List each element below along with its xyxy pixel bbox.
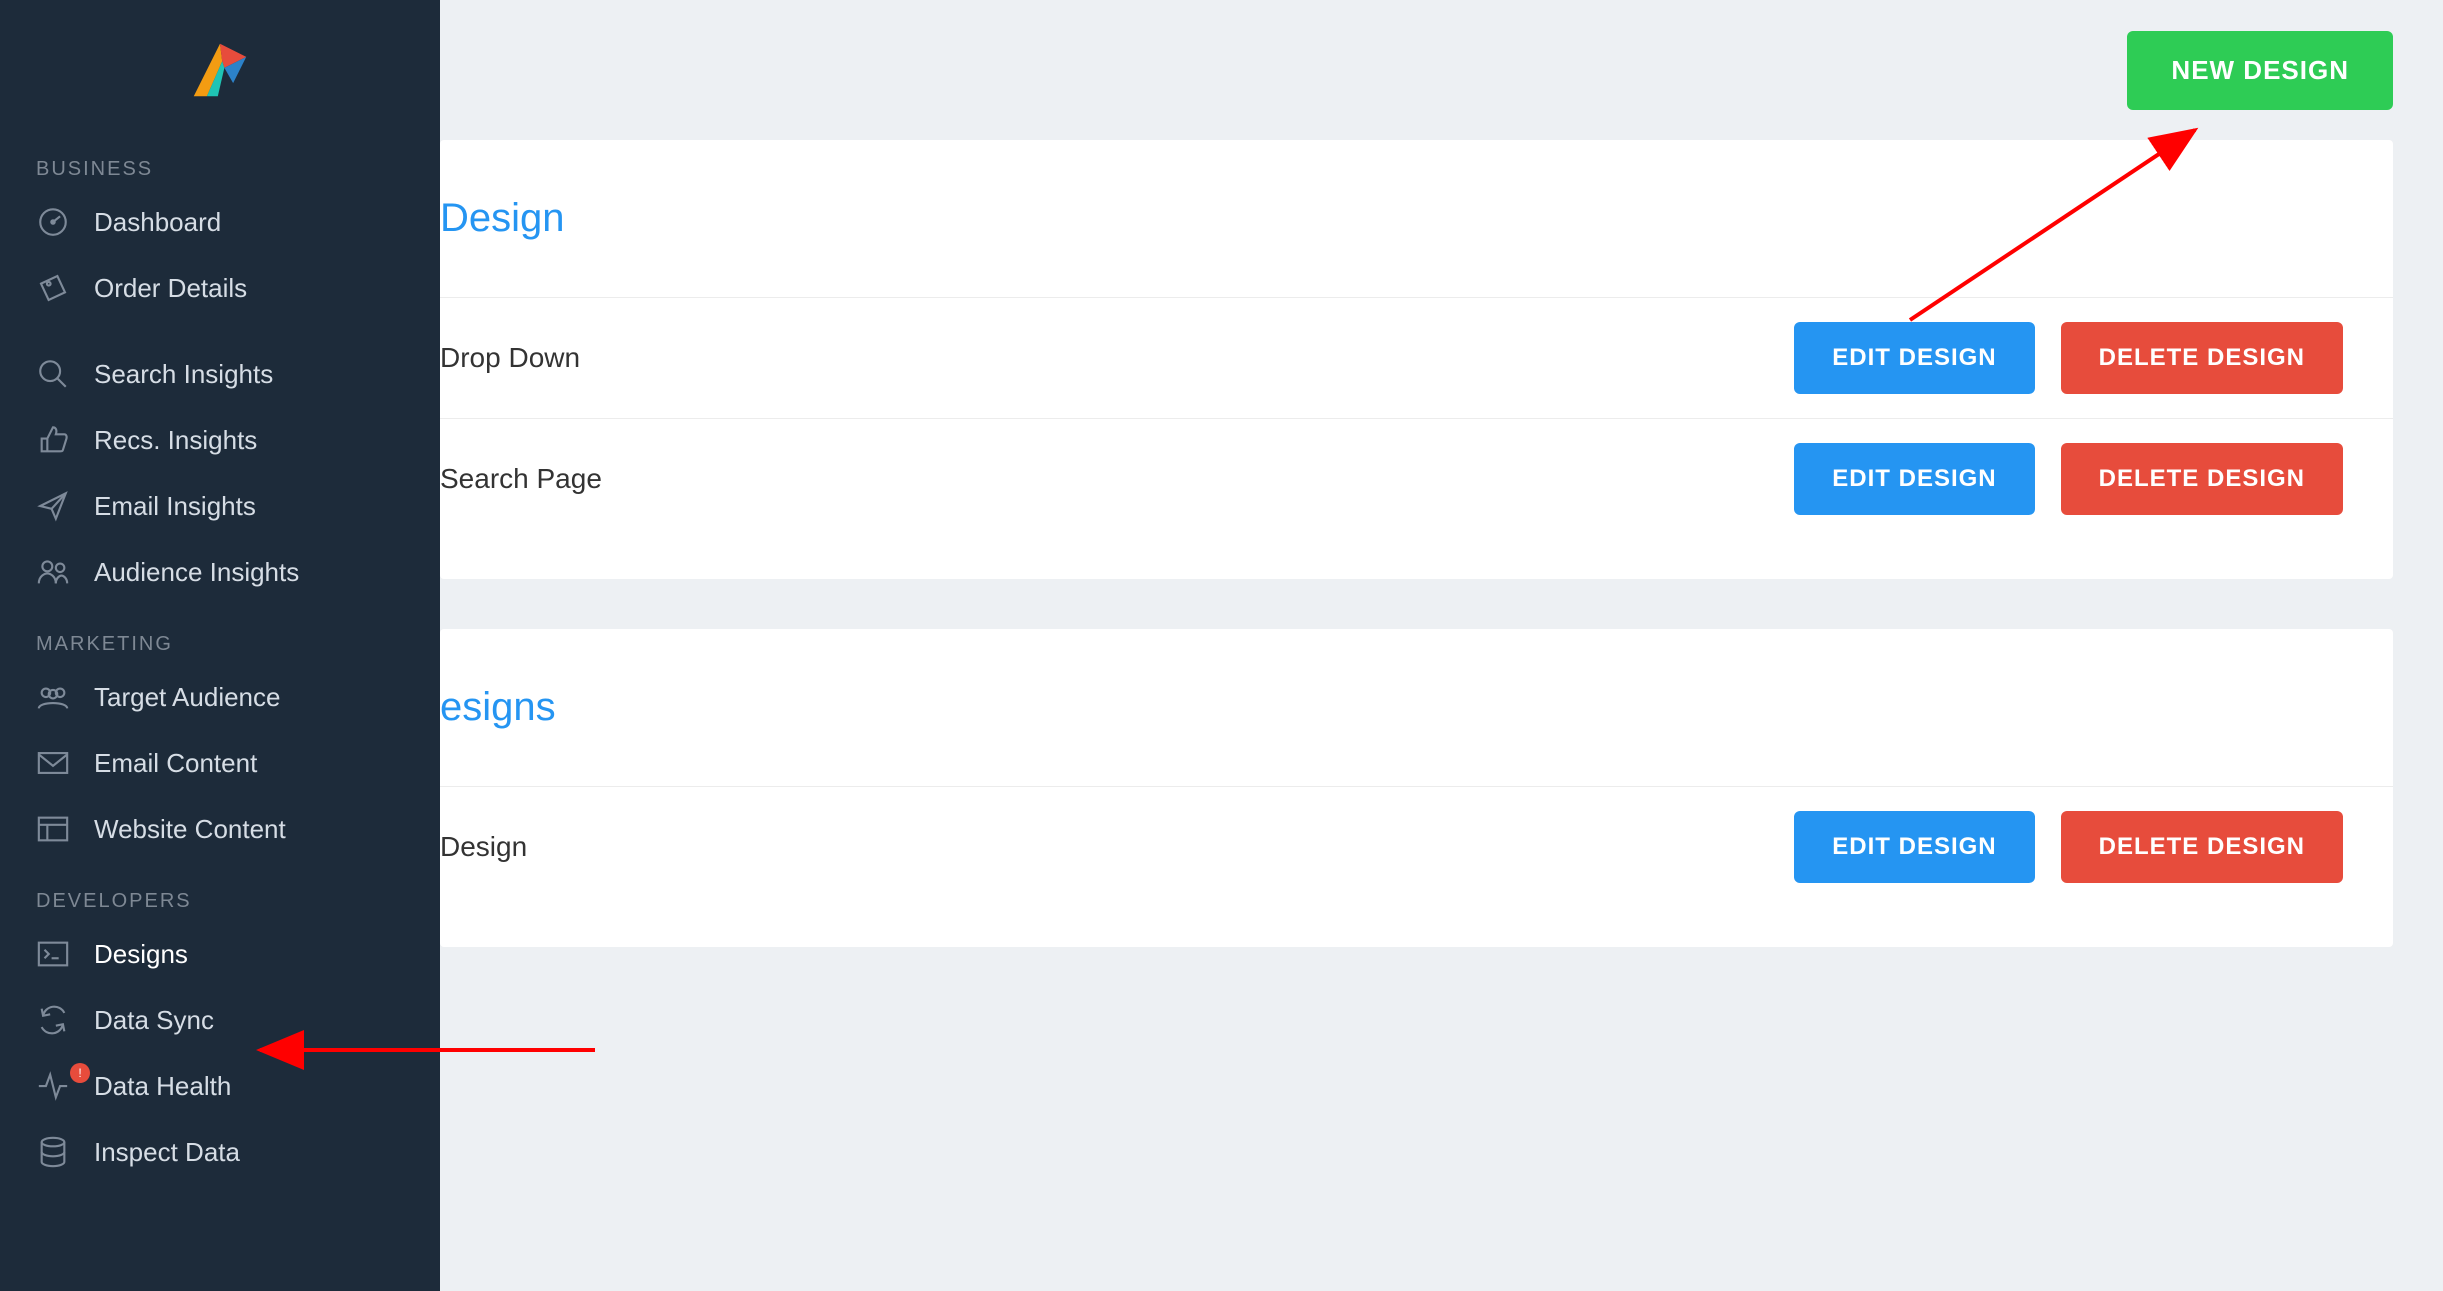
sidebar-item-designs[interactable]: Designs <box>0 921 440 987</box>
design-row: Search Page EDIT DESIGN DELETE DESIGN <box>440 418 2393 539</box>
sidebar-item-search-insights[interactable]: Search Insights <box>0 341 440 407</box>
sidebar-item-label: Order Details <box>94 273 247 304</box>
edit-design-button[interactable]: EDIT DESIGN <box>1794 322 2034 394</box>
delete-design-button[interactable]: DELETE DESIGN <box>2061 443 2343 515</box>
tag-icon <box>36 271 70 305</box>
sidebar: BUSINESS Dashboard Order Details Search … <box>0 0 440 1291</box>
delete-design-button[interactable]: DELETE DESIGN <box>2061 811 2343 883</box>
sync-icon <box>36 1003 70 1037</box>
design-row: Design EDIT DESIGN DELETE DESIGN <box>440 786 2393 907</box>
sidebar-item-label: Audience Insights <box>94 557 299 588</box>
sidebar-item-audience-insights[interactable]: Audience Insights <box>0 539 440 605</box>
sidebar-item-email-content[interactable]: Email Content <box>0 730 440 796</box>
people-icon <box>36 555 70 589</box>
sidebar-item-data-health[interactable]: ! Data Health <box>0 1053 440 1119</box>
sidebar-item-inspect-data[interactable]: Inspect Data <box>0 1119 440 1185</box>
new-design-button[interactable]: NEW DESIGN <box>2127 31 2393 110</box>
design-name: Drop Down <box>440 342 580 374</box>
sidebar-item-label: Data Sync <box>94 1005 214 1036</box>
sidebar-item-target-audience[interactable]: Target Audience <box>0 664 440 730</box>
row-actions: EDIT DESIGN DELETE DESIGN <box>1794 322 2343 394</box>
database-icon <box>36 1135 70 1169</box>
sidebar-item-label: Recs. Insights <box>94 425 257 456</box>
design-name: Search Page <box>440 463 602 495</box>
sidebar-item-email-insights[interactable]: Email Insights <box>0 473 440 539</box>
sidebar-section-business: BUSINESS <box>0 130 440 189</box>
sidebar-item-label: Dashboard <box>94 207 221 238</box>
sidebar-item-label: Designs <box>94 939 188 970</box>
sidebar-item-label: Data Health <box>94 1071 231 1102</box>
row-actions: EDIT DESIGN DELETE DESIGN <box>1794 811 2343 883</box>
sidebar-item-data-sync[interactable]: Data Sync <box>0 987 440 1053</box>
sidebar-section-developers: DEVELOPERS <box>0 862 440 921</box>
group-icon <box>36 680 70 714</box>
sidebar-item-label: Email Insights <box>94 491 256 522</box>
panel-design: Design Drop Down EDIT DESIGN DELETE DESI… <box>440 140 2393 579</box>
app-logo <box>0 10 440 130</box>
search-icon <box>36 357 70 391</box>
row-actions: EDIT DESIGN DELETE DESIGN <box>1794 443 2343 515</box>
panel-title: Design <box>440 140 2393 297</box>
envelope-icon <box>36 746 70 780</box>
sidebar-item-order-details[interactable]: Order Details <box>0 255 440 321</box>
terminal-icon <box>36 937 70 971</box>
sidebar-item-label: Inspect Data <box>94 1137 240 1168</box>
sidebar-item-dashboard[interactable]: Dashboard <box>0 189 440 255</box>
paper-plane-icon <box>36 489 70 523</box>
panel-designs: esigns Design EDIT DESIGN DELETE DESIGN <box>440 629 2393 947</box>
edit-design-button[interactable]: EDIT DESIGN <box>1794 811 2034 883</box>
design-name: Design <box>440 831 527 863</box>
sidebar-item-label: Website Content <box>94 814 286 845</box>
thumbs-up-icon <box>36 423 70 457</box>
sidebar-item-label: Email Content <box>94 748 257 779</box>
design-row: Drop Down EDIT DESIGN DELETE DESIGN <box>440 297 2393 418</box>
delete-design-button[interactable]: DELETE DESIGN <box>2061 322 2343 394</box>
gauge-icon <box>36 205 70 239</box>
main-content: NEW DESIGN Design Drop Down EDIT DESIGN … <box>440 0 2443 1291</box>
alert-badge: ! <box>70 1063 90 1083</box>
sidebar-item-recs-insights[interactable]: Recs. Insights <box>0 407 440 473</box>
panel-title: esigns <box>440 629 2393 786</box>
activity-icon <box>36 1069 70 1103</box>
sidebar-item-website-content[interactable]: Website Content <box>0 796 440 862</box>
sidebar-item-label: Search Insights <box>94 359 273 390</box>
sidebar-section-marketing: MARKETING <box>0 605 440 664</box>
layout-icon <box>36 812 70 846</box>
sidebar-item-label: Target Audience <box>94 682 280 713</box>
topbar: NEW DESIGN <box>440 0 2443 140</box>
edit-design-button[interactable]: EDIT DESIGN <box>1794 443 2034 515</box>
